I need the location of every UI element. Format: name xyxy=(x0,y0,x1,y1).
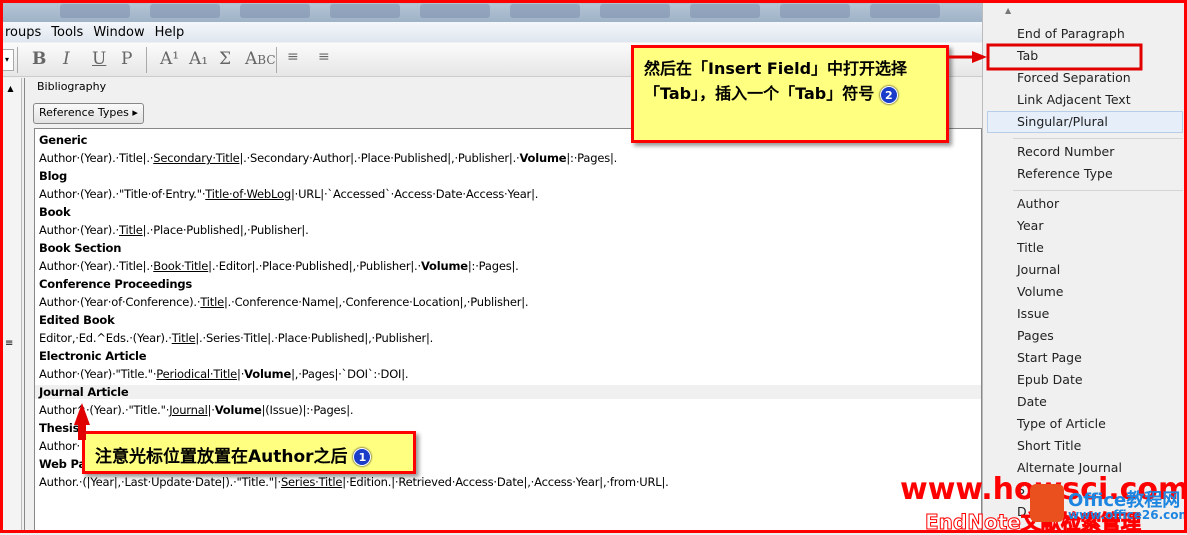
watermark-office-url: www.office26.com xyxy=(1068,508,1187,522)
arrow-head-tab xyxy=(972,51,987,63)
office-logo-icon xyxy=(1030,484,1064,522)
annotation-arrows xyxy=(74,43,1143,440)
tab-highlight-box xyxy=(986,43,1143,71)
arrow-to-cursor xyxy=(74,403,90,440)
